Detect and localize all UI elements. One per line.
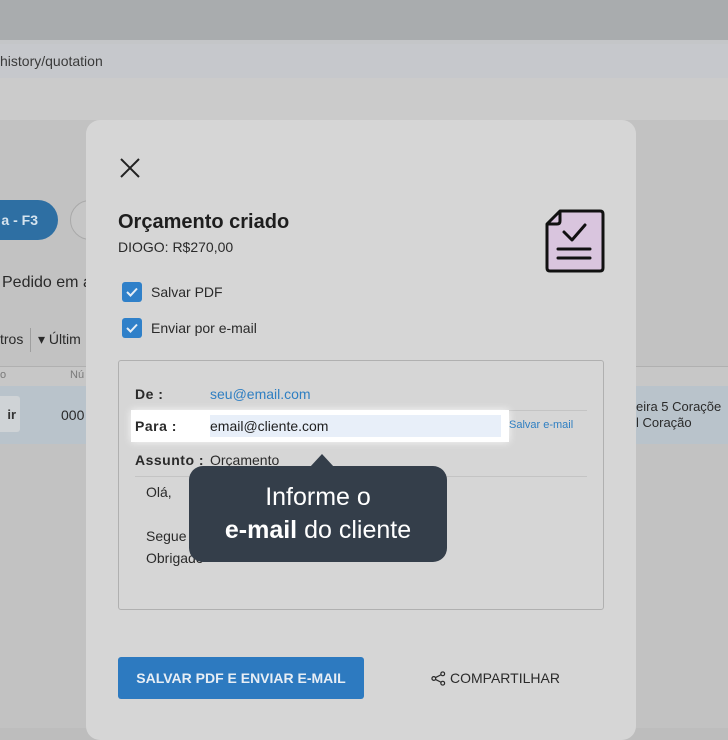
share-label: COMPARTILHAR bbox=[450, 670, 560, 686]
send-email-option[interactable]: Enviar por e-mail bbox=[122, 317, 257, 339]
table-header-cell: Nú bbox=[70, 369, 85, 381]
to-label: Para : bbox=[135, 418, 177, 434]
email-body-line[interactable]: Segue bbox=[146, 528, 186, 544]
checkmark-icon bbox=[126, 287, 138, 297]
tooltip-line1: Informe o bbox=[265, 483, 371, 511]
save-pdf-send-email-button[interactable]: SALVAR PDF E ENVIAR E-MAIL bbox=[118, 657, 364, 699]
from-email[interactable]: seu@email.com bbox=[210, 386, 311, 402]
send-email-checkbox[interactable] bbox=[122, 318, 142, 338]
save-pdf-checkbox[interactable] bbox=[122, 282, 142, 302]
address-bar[interactable]: history/quotation bbox=[0, 44, 728, 78]
save-pdf-label: Salvar PDF bbox=[151, 284, 223, 300]
share-button[interactable]: COMPARTILHAR bbox=[431, 668, 560, 688]
row-action-button[interactable]: ir bbox=[0, 396, 20, 432]
modal-subtitle: DIOGO: R$270,00 bbox=[118, 239, 234, 255]
to-field-row: Para : bbox=[131, 410, 509, 442]
send-email-label: Enviar por e-mail bbox=[151, 320, 257, 336]
save-email-link[interactable]: Salvar e-mail bbox=[509, 419, 573, 431]
address-bar-url[interactable]: history/quotation bbox=[0, 53, 103, 69]
from-label: De : bbox=[135, 386, 164, 402]
row-number: 000 bbox=[61, 407, 85, 423]
close-icon[interactable] bbox=[118, 156, 142, 180]
to-email-input[interactable] bbox=[210, 415, 501, 437]
row-customer-address: eira 5 Coraçõe l Coração bbox=[636, 399, 721, 431]
order-text: Pedido em a bbox=[2, 274, 92, 291]
tooltip-emphasis: e-mail bbox=[224, 516, 298, 544]
filters-divider bbox=[30, 328, 31, 352]
row-address-line1: eira 5 Coraçõe bbox=[636, 399, 722, 414]
tooltip-line2-rest: do cliente bbox=[297, 516, 412, 544]
table-header-cell: o bbox=[0, 369, 7, 381]
tooltip-arrow bbox=[310, 454, 334, 467]
checkmark-icon bbox=[126, 323, 138, 333]
tooltip-line2: e-mail do cliente bbox=[189, 516, 447, 545]
subject-label: Assunto : bbox=[135, 452, 205, 468]
document-check-icon bbox=[544, 208, 606, 274]
new-quotation-button[interactable]: a - F3 bbox=[0, 200, 58, 240]
browser-tabbar bbox=[0, 0, 728, 40]
save-pdf-option[interactable]: Salvar PDF bbox=[122, 281, 223, 303]
onboarding-tooltip: Informe o e-mail do cliente bbox=[189, 454, 447, 562]
share-icon bbox=[431, 670, 446, 686]
filters-link[interactable]: tros bbox=[0, 331, 23, 347]
email-body-greeting[interactable]: Olá, bbox=[146, 484, 172, 500]
modal-title: Orçamento criado bbox=[118, 211, 290, 233]
recent-filter-dropdown[interactable]: ▾ Últim bbox=[38, 331, 81, 348]
row-address-line2: l Coração bbox=[636, 415, 692, 430]
app-header bbox=[0, 78, 728, 120]
